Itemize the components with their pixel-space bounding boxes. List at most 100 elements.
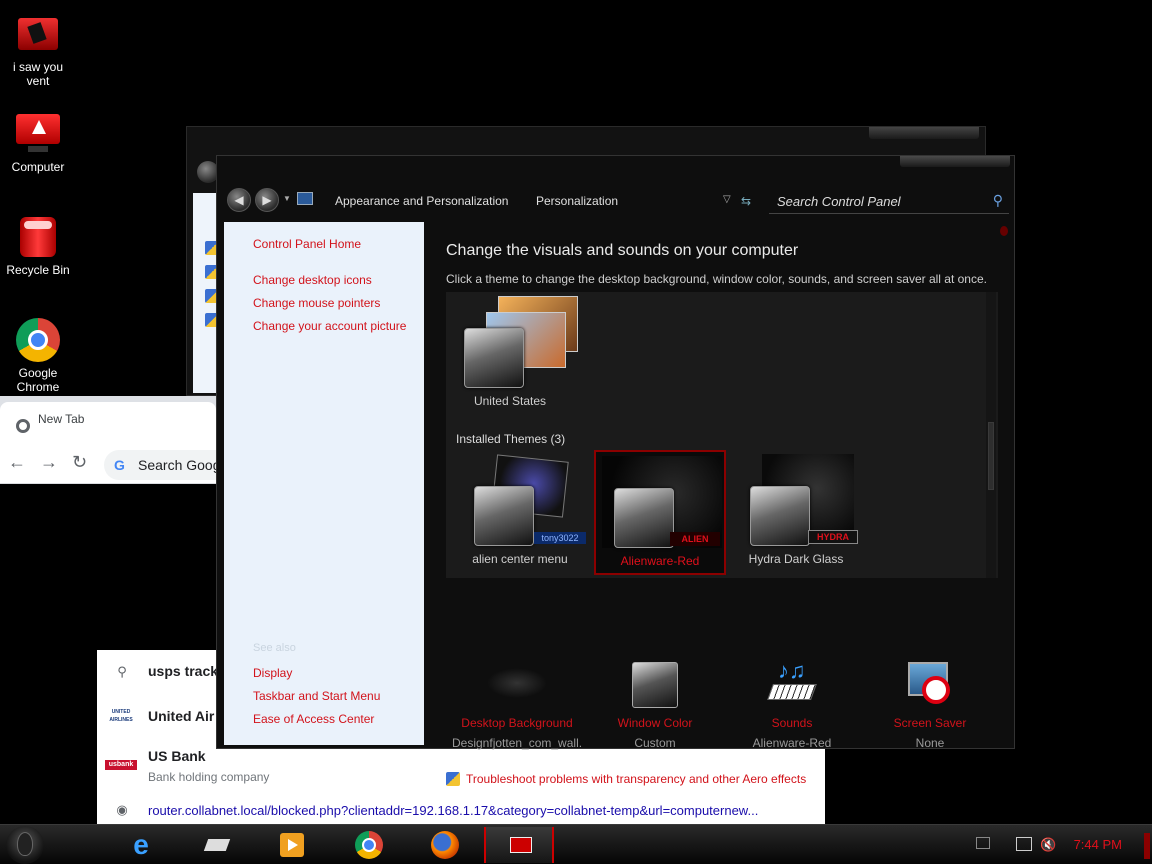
- page-title: Change the visuals and sounds on your co…: [446, 242, 799, 259]
- window-caption-buttons[interactable]: [869, 127, 979, 139]
- forward-button[interactable]: ▶: [255, 188, 279, 212]
- desktop-icon-label: Computer: [11, 160, 65, 174]
- show-hidden-icons-icon[interactable]: [976, 837, 990, 849]
- breadcrumb-item[interactable]: Appearance and Personalization: [335, 194, 508, 208]
- forward-arrow-icon[interactable]: →: [40, 452, 58, 473]
- change-mouse-pointers-link[interactable]: Change mouse pointers: [253, 296, 380, 310]
- window-color-setting[interactable]: Window Color Custom: [590, 658, 720, 750]
- chrome-favicon-icon: [16, 419, 30, 433]
- desktop-icon-label: Google Chrome: [16, 366, 60, 394]
- suggestion-item[interactable]: ◉ router.collabnet.local/blocked.php?cli…: [97, 798, 825, 824]
- desktop-icon-google-chrome[interactable]: Google Chrome: [0, 318, 76, 394]
- main-content: Change the visuals and sounds on your co…: [424, 222, 1014, 786]
- recycle-bin-icon: [16, 215, 60, 259]
- theme-color-swatch: [474, 486, 534, 546]
- taskbar-app[interactable]: [182, 827, 252, 863]
- google-g-icon: G: [114, 457, 125, 473]
- theme-badge: ALIEN: [670, 532, 720, 546]
- tab-title: New Tab: [38, 412, 85, 426]
- control-panel-home-link[interactable]: Control Panel Home: [253, 237, 361, 251]
- window-color-icon: [629, 658, 681, 710]
- control-panel-window[interactable]: ◀ ▶ ▼ Appearance and Personalization Per…: [216, 155, 1015, 786]
- desktop-background-icon: [487, 658, 547, 710]
- theme-badge: HYDRA: [808, 530, 858, 544]
- search-icon[interactable]: ⚲: [993, 192, 1003, 209]
- chrome-icon: [354, 831, 384, 859]
- desktop-icon-label: Recycle Bin: [6, 263, 70, 277]
- desktop-icon-recycle-bin[interactable]: Recycle Bin: [0, 215, 76, 277]
- control-panel-navbar: ◀ ▶ ▼ Appearance and Personalization Per…: [217, 186, 1014, 216]
- tab-new-tab[interactable]: New Tab: [0, 402, 216, 444]
- chrome-window[interactable]: New Tab ← → ↻ G Search Goog: [0, 396, 234, 651]
- taskbar-firefox[interactable]: [410, 827, 480, 863]
- theme-hydra-dark-glass[interactable]: HYDRA Hydra Dark Glass: [732, 450, 860, 572]
- refresh-icon[interactable]: ⇆: [741, 194, 751, 208]
- united-airlines-logo-icon: UNITED AIRLINES: [109, 709, 133, 723]
- window-caption-buttons[interactable]: [900, 156, 1010, 167]
- omnibox-text: Search Goog: [138, 457, 221, 473]
- chrome-icon: [16, 318, 60, 362]
- search-input[interactable]: Search Control Panel ⚲: [769, 188, 1009, 214]
- reload-icon[interactable]: ↻: [72, 452, 87, 473]
- screen-saver-icon: [904, 658, 956, 710]
- clock[interactable]: 7:44 PM: [1074, 837, 1122, 852]
- desktop-background-setting[interactable]: Desktop Background Designfjotten_com_wal…: [452, 658, 582, 750]
- network-icon[interactable]: [1016, 837, 1032, 851]
- theme-badge: tony3022: [534, 532, 586, 544]
- navigation-pane: [193, 193, 219, 393]
- ease-of-access-link[interactable]: Ease of Access Center: [253, 712, 374, 726]
- media-player-icon: [276, 831, 306, 859]
- taskbar-chrome[interactable]: [334, 827, 404, 863]
- computer-icon: [202, 831, 232, 859]
- theme-alien-center-menu[interactable]: tony3022 alien center menu: [456, 450, 586, 572]
- display-link[interactable]: Display: [253, 666, 292, 680]
- breadcrumb-item[interactable]: Personalization: [536, 194, 618, 208]
- theme-color-swatch: [614, 488, 674, 548]
- chrome-toolbar: ← → ↻ G Search Goog: [0, 444, 234, 484]
- see-also-heading: See also: [253, 642, 296, 654]
- taskbar: e 🔇 7:44 PM: [0, 824, 1152, 864]
- taskbar-internet-explorer[interactable]: e: [106, 827, 176, 863]
- start-button[interactable]: [6, 826, 44, 864]
- search-icon: ⚲: [117, 664, 127, 679]
- globe-icon: ◉: [116, 802, 128, 817]
- address-bar[interactable]: Appearance and Personalization Personali…: [295, 188, 765, 214]
- desktop-icon-computer[interactable]: Computer: [0, 112, 76, 174]
- change-desktop-icons-link[interactable]: Change desktop icons: [253, 273, 372, 287]
- theme-color-swatch: [464, 328, 524, 388]
- screen-saver-setting[interactable]: Screen Saver None: [865, 658, 995, 750]
- change-account-picture-link[interactable]: Change your account picture: [253, 319, 406, 333]
- scrollbar-thumb[interactable]: [988, 422, 994, 490]
- sounds-setting[interactable]: ♪♫ Sounds Alienware-Red: [727, 658, 857, 750]
- taskbar-control-panel[interactable]: [484, 827, 554, 863]
- red-folder-icon: [16, 12, 60, 56]
- omnibox[interactable]: G Search Goog: [104, 450, 234, 480]
- show-desktop-button[interactable]: [1144, 833, 1150, 859]
- theme-gallery: United States Installed Themes (3) tony3…: [446, 292, 998, 578]
- address-dropdown-icon[interactable]: ▽: [723, 194, 731, 205]
- computer-icon: [16, 112, 60, 156]
- taskbar-media-player[interactable]: [256, 827, 326, 863]
- desktop-icon-folder[interactable]: i saw you vent: [0, 12, 76, 88]
- desktop-icon-label: i saw you vent: [12, 60, 64, 88]
- installed-themes-heading: Installed Themes (3): [456, 432, 566, 446]
- back-button[interactable]: ◀: [227, 188, 251, 212]
- sounds-icon: ♪♫: [766, 658, 818, 710]
- firefox-icon: [430, 831, 460, 859]
- taskbar-start-menu-link[interactable]: Taskbar and Start Menu: [253, 689, 380, 703]
- theme-alienware-red[interactable]: ALIEN Alienware-Red: [594, 450, 726, 575]
- shield-icon: [446, 772, 460, 786]
- volume-muted-icon[interactable]: 🔇: [1040, 837, 1056, 853]
- help-icon[interactable]: [1000, 226, 1008, 236]
- internet-explorer-icon: e: [133, 829, 149, 860]
- back-arrow-icon[interactable]: ←: [8, 452, 26, 473]
- personalization-icon: [506, 831, 536, 859]
- theme-color-swatch: [750, 486, 810, 546]
- chrome-tab-bar: New Tab: [0, 396, 216, 444]
- theme-united-states[interactable]: United States: [446, 292, 578, 414]
- us-bank-logo-icon: usbank: [105, 760, 139, 770]
- history-dropdown-icon[interactable]: ▼: [283, 194, 291, 203]
- troubleshoot-link[interactable]: Troubleshoot problems with transparency …: [446, 772, 806, 786]
- theme-scrollbar[interactable]: [986, 292, 996, 578]
- page-subtitle: Click a theme to change the desktop back…: [446, 272, 987, 286]
